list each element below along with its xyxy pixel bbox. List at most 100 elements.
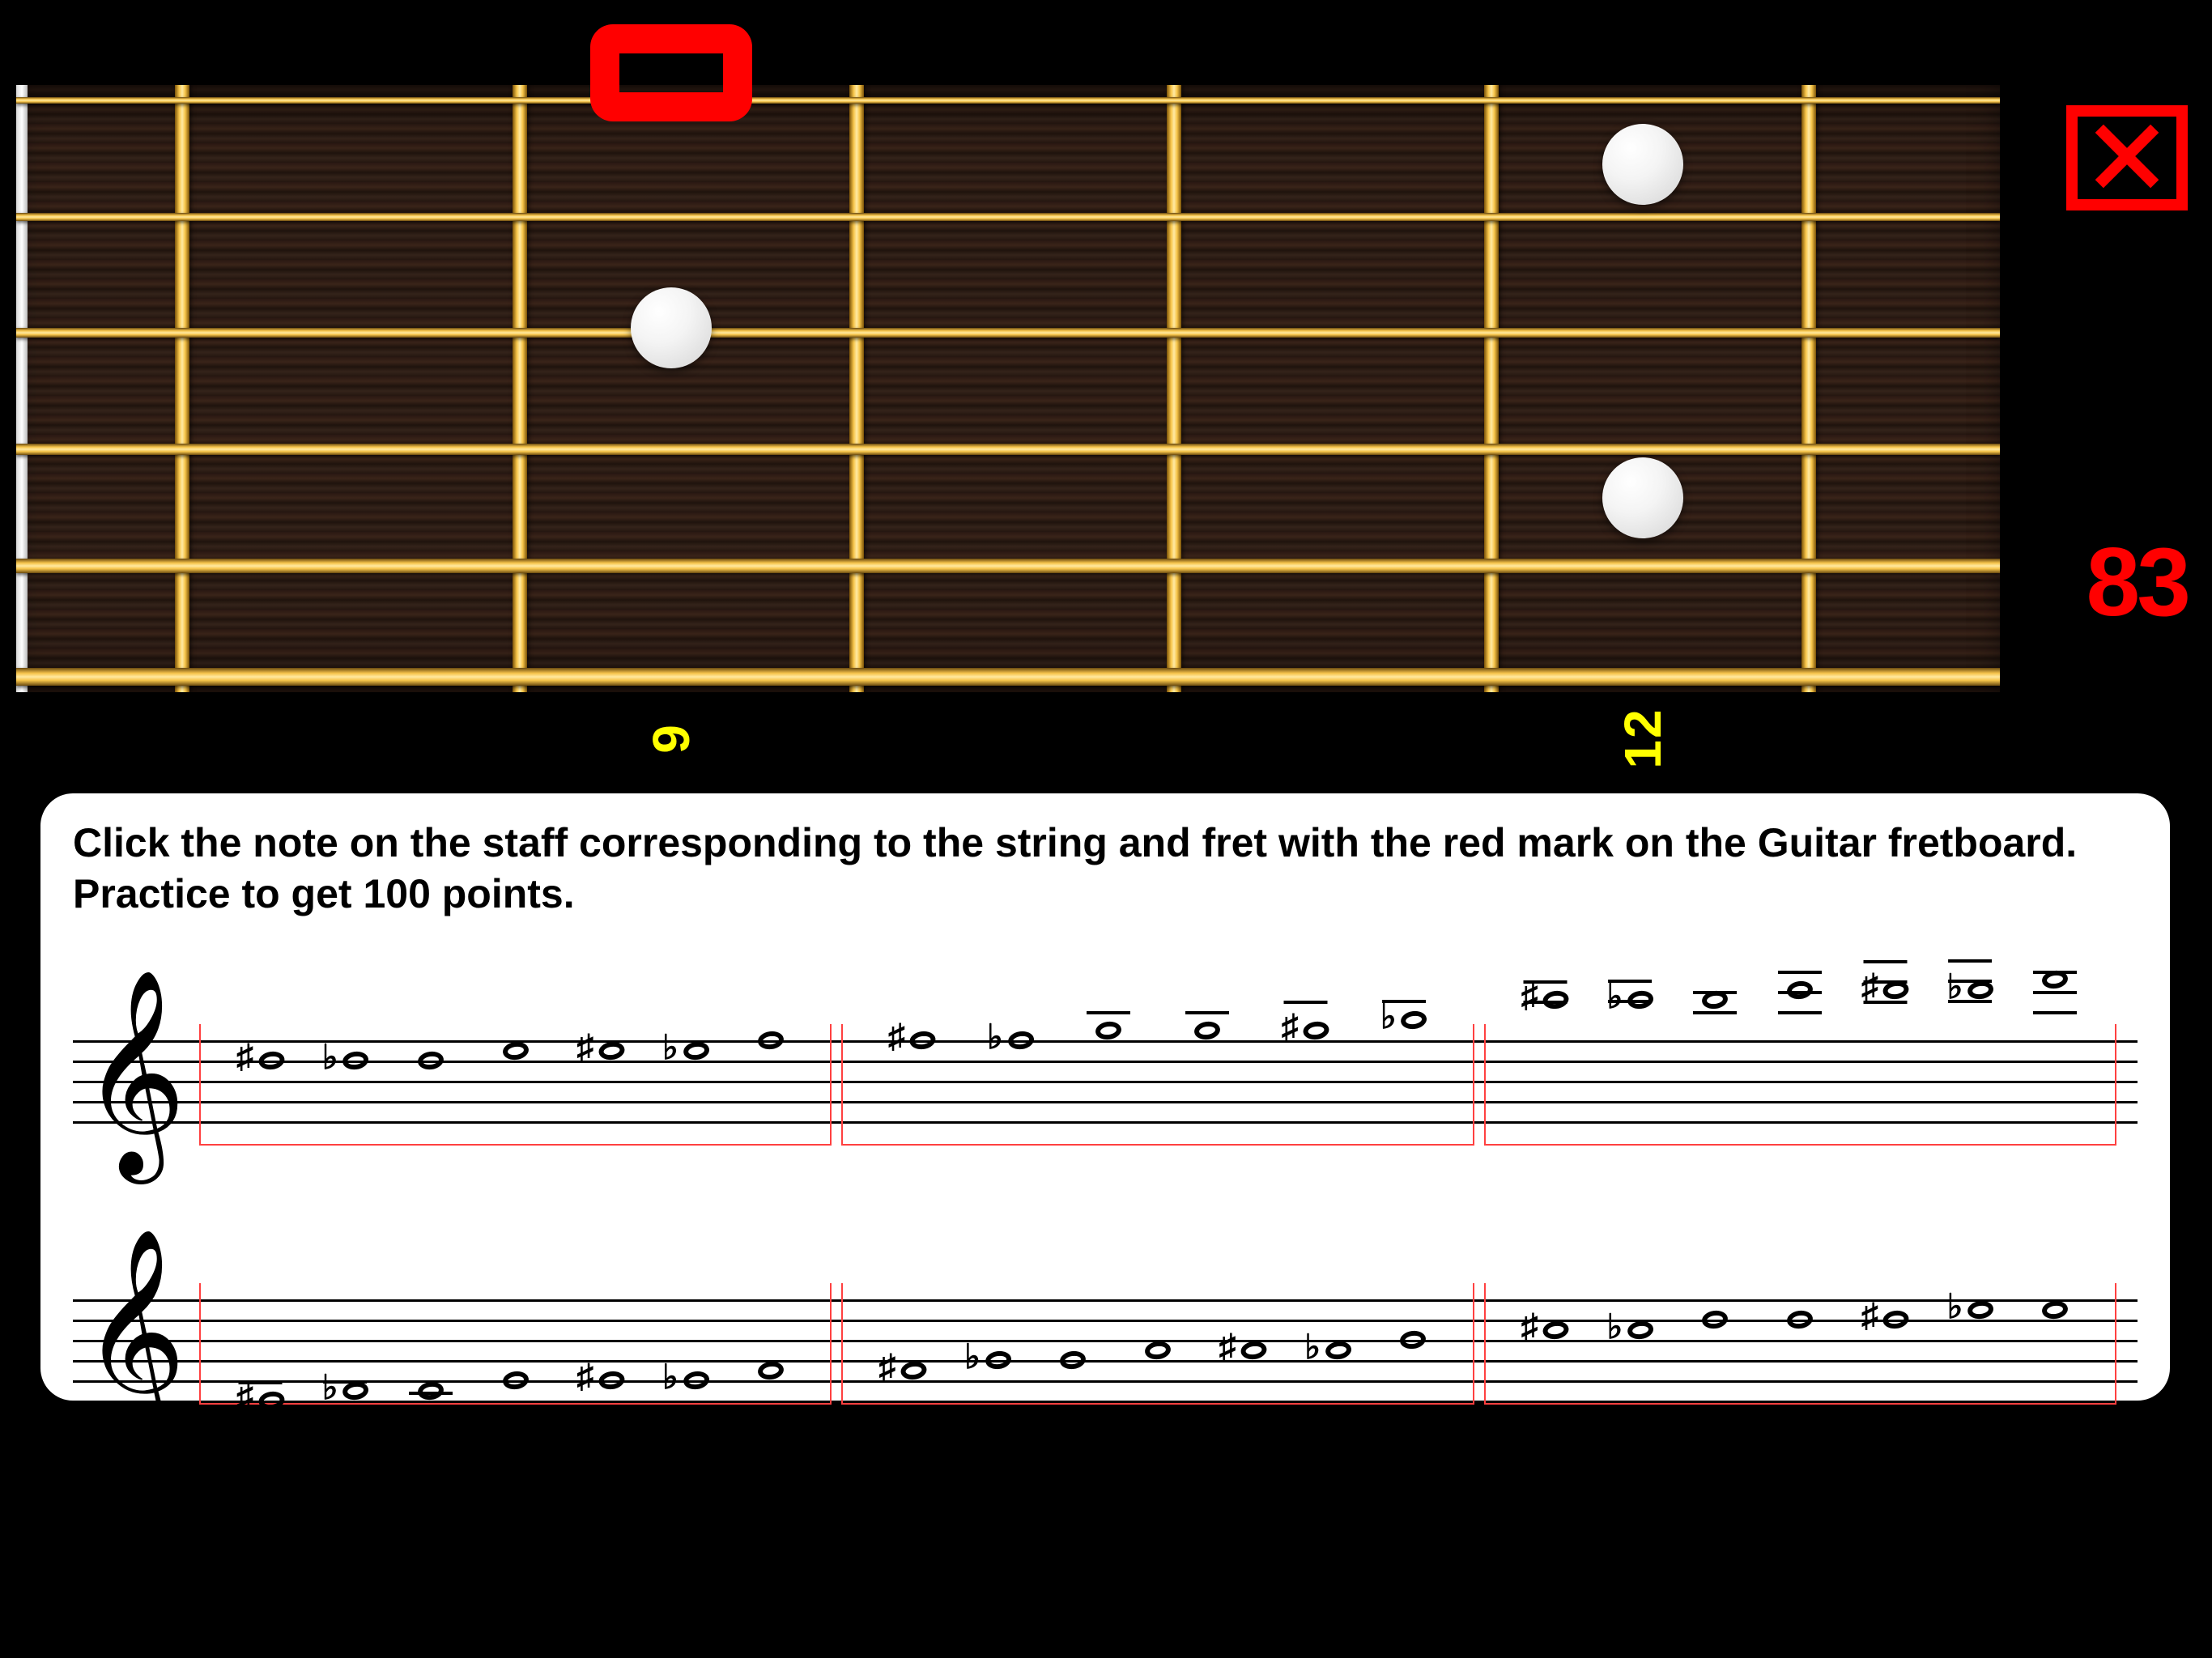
whole-note-icon [1701, 1309, 1729, 1330]
whole-note-icon [1400, 1010, 1428, 1031]
flat-icon: ♭ [1304, 1327, 1321, 1367]
fret-label: 9 [641, 723, 701, 754]
staff-note[interactable] [1060, 1351, 1086, 1369]
flat-icon: ♭ [1606, 1307, 1623, 1347]
staff-note[interactable]: ♭ [1606, 980, 1653, 1020]
string-3[interactable] [16, 328, 2000, 338]
whole-note-icon [1542, 989, 1570, 1010]
staff-note[interactable] [1787, 1311, 1813, 1329]
staff-note[interactable] [1702, 991, 1728, 1009]
whole-note-icon [416, 1380, 445, 1401]
staff-note[interactable] [418, 1052, 444, 1069]
staff-note[interactable] [1095, 1022, 1121, 1039]
string-6[interactable] [16, 668, 2000, 686]
staff-note[interactable]: ♭ [964, 1340, 1011, 1380]
string-1[interactable] [16, 97, 2000, 104]
staff-note[interactable] [503, 1371, 529, 1389]
whole-note-icon [1193, 1019, 1221, 1040]
string-4[interactable] [16, 444, 2000, 455]
score-value: 83 [2087, 526, 2188, 638]
flat-icon: ♭ [964, 1337, 981, 1377]
staff-note[interactable]: ♯ [1861, 971, 1909, 1010]
target-marker [590, 24, 752, 121]
staff-note[interactable] [1194, 1022, 1220, 1039]
staff-note[interactable] [418, 1382, 444, 1400]
staff-note[interactable] [503, 1042, 529, 1060]
staff-note[interactable]: ♯ [1521, 980, 1569, 1019]
staff-note[interactable]: ♯ [236, 1041, 284, 1080]
whole-note-icon [1542, 1319, 1570, 1340]
sharp-icon: ♯ [1861, 1297, 1878, 1336]
whole-note-icon [416, 1050, 445, 1071]
staff-note[interactable] [1702, 1311, 1728, 1329]
whole-note-icon [900, 1359, 928, 1380]
close-button[interactable] [2066, 105, 2188, 210]
fretboard-surface[interactable] [16, 85, 2000, 692]
whole-note-icon [598, 1370, 626, 1391]
staff-note[interactable]: ♯ [1521, 1311, 1569, 1350]
staff-note[interactable] [1400, 1331, 1426, 1349]
staff-note[interactable]: ♭ [322, 1040, 369, 1081]
close-icon [2091, 120, 2163, 197]
staff-note[interactable]: ♭ [1606, 1310, 1653, 1350]
flat-icon: ♭ [662, 1357, 678, 1397]
whole-note-icon [1627, 1319, 1655, 1340]
whole-note-icon [908, 1030, 937, 1051]
whole-note-icon [1882, 1309, 1910, 1330]
staff-note[interactable]: ♯ [576, 1361, 624, 1400]
whole-note-icon [756, 1030, 785, 1051]
fret-bar [1484, 85, 1499, 692]
whole-note-icon [598, 1039, 626, 1061]
staff-measure[interactable]: ♯ ♭ ♯ ♭ [199, 1024, 832, 1146]
staff-note[interactable]: ♭ [662, 1360, 709, 1401]
fret-bar [513, 85, 527, 692]
staff-note[interactable] [1787, 981, 1813, 999]
staff-note[interactable]: ♯ [1861, 1300, 1909, 1339]
staff-measure[interactable]: ♯ ♭ ♯ ♭ [1484, 1283, 2116, 1405]
staff-note[interactable]: ♭ [662, 1031, 709, 1071]
staff-row: 𝄞 ♯♭♯♭ ♯♭♯♭ ♯♭♯♭ [73, 1210, 2138, 1437]
fret-bar [175, 85, 189, 692]
staff-note[interactable]: ♭ [322, 1371, 369, 1411]
fret-label: 12 [1613, 708, 1673, 768]
staff-note[interactable] [758, 1362, 784, 1380]
inlay-dot [631, 287, 712, 368]
whole-note-icon [501, 1039, 530, 1061]
staff-measure[interactable]: ♯♭♯♭ [841, 1024, 1474, 1146]
staff-note[interactable] [1145, 1341, 1171, 1359]
whole-note-icon [257, 1050, 286, 1071]
staff-note[interactable]: ♯ [1219, 1331, 1267, 1370]
staff-measure[interactable]: ♯♭♯♭ [199, 1283, 832, 1405]
staff-note[interactable]: ♭ [1947, 1290, 1994, 1330]
staff-note[interactable]: ♭ [1380, 1000, 1427, 1040]
fret-bar [849, 85, 864, 692]
whole-note-icon [1786, 1309, 1814, 1330]
staff-area[interactable]: 𝄞 ♯♭♯♭ ♯♭♯♭ ♯♭♯♭ 𝄞 ♯♭♯♭ ♯♭♯♭ ♯♭♯♭ [73, 951, 2138, 1437]
staff-note[interactable]: ♭ [1947, 970, 1994, 1010]
staff-note[interactable]: ♯ [576, 1031, 624, 1070]
whole-note-icon [1006, 1030, 1035, 1051]
staff-note[interactable]: ♯ [888, 1021, 936, 1060]
sharp-icon: ♯ [878, 1348, 895, 1387]
whole-note-icon [1325, 1339, 1353, 1360]
staff-note[interactable] [758, 1031, 784, 1049]
fretboard-edge [16, 85, 28, 692]
staff-note[interactable] [2042, 1301, 2068, 1319]
sharp-icon: ♯ [1282, 1008, 1299, 1047]
flat-icon: ♭ [662, 1027, 678, 1068]
staff-note[interactable]: ♭ [1304, 1330, 1351, 1371]
sharp-icon: ♯ [576, 1358, 593, 1397]
flat-icon: ♭ [322, 1037, 338, 1078]
string-5[interactable] [16, 559, 2000, 573]
sharp-icon: ♯ [1219, 1328, 1236, 1367]
whole-note-icon [1059, 1350, 1087, 1371]
staff-measure[interactable]: ♯ ♭ ♯ ♭ [841, 1283, 1474, 1405]
string-2[interactable] [16, 213, 2000, 221]
staff-note[interactable]: ♯ [1282, 1011, 1329, 1050]
staff-note[interactable]: ♭ [987, 1020, 1034, 1061]
sharp-icon: ♯ [888, 1018, 905, 1056]
staff-note[interactable] [2042, 971, 2068, 988]
staff-note[interactable]: ♯ [236, 1381, 284, 1420]
staff-measure[interactable]: ♯♭♯♭ [1484, 1024, 2116, 1146]
staff-note[interactable]: ♯ [878, 1351, 926, 1390]
